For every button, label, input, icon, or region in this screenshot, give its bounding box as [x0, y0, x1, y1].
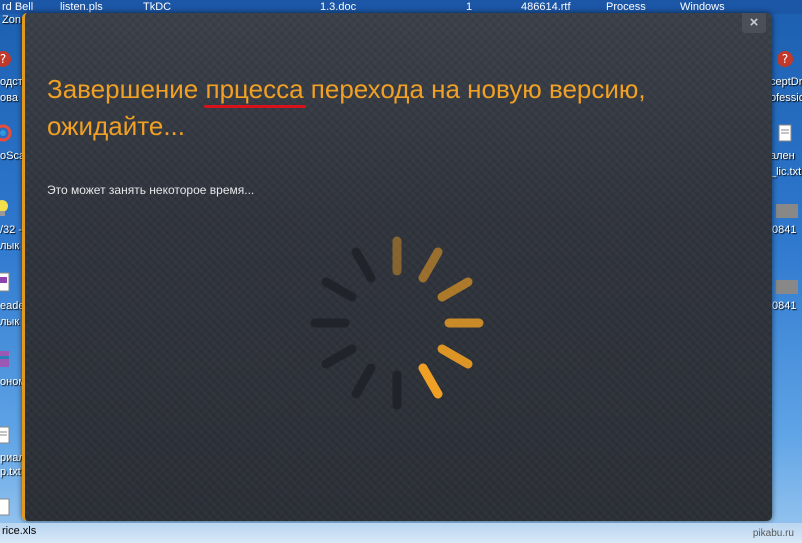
title-text-part: Завершение: [47, 74, 206, 104]
desktop-file-label[interactable]: rd Bell: [2, 0, 33, 14]
spinner-spoke: [351, 363, 376, 399]
desktop-file-label[interactable]: 1: [466, 0, 472, 14]
desktop-icon-label: лык: [0, 316, 20, 328]
loading-spinner-icon: [310, 236, 484, 410]
desktop-icon-label: Zon: [2, 14, 21, 26]
desktop-file-label[interactable]: Process: [606, 0, 646, 14]
desktop-icon-label: одст: [0, 76, 23, 88]
spinner-spoke: [321, 277, 357, 302]
desktop-icon-label: лык: [0, 240, 20, 252]
update-dialog: × Завершение прцесса перехода на новую в…: [22, 13, 772, 521]
spinner-spoke: [437, 277, 473, 302]
help-icon: ?: [777, 51, 793, 67]
desktop-icon-label: р.txt: [0, 466, 21, 478]
lightbulb-icon: [0, 200, 8, 216]
desktop-icon-label: eade: [0, 300, 25, 312]
spinner-spoke: [418, 363, 443, 399]
spinner-spoke: [351, 247, 376, 283]
desktop-file-label[interactable]: TkDC: [143, 0, 171, 14]
desktop-icon-label: _lic.txt: [770, 166, 802, 178]
dialog-subtitle: Это может занять некоторое время...: [47, 183, 255, 197]
svg-text:?: ?: [0, 52, 6, 66]
desktop-file-label[interactable]: 1.3.doc: [320, 0, 356, 14]
image-thumbnail-icon: [776, 204, 798, 218]
desktop-icon-label: 0841: [772, 300, 797, 312]
spreadsheet-icon: [0, 498, 10, 516]
desktop-icon-label: ален: [770, 150, 795, 162]
desktop-icon-label: 0841: [772, 224, 797, 236]
desktop-file-list-strip: rd Bell listen.pls TkDC 1.3.doc 1 486614…: [0, 0, 802, 14]
desktop-file-label[interactable]: listen.pls: [60, 0, 103, 14]
desktop-file-label[interactable]: 486614.rtf: [521, 0, 571, 14]
help-icon: ?: [0, 51, 11, 67]
spinner-spoke: [321, 344, 357, 369]
spinner-spoke: [437, 344, 473, 369]
spinner-spoke: [418, 247, 443, 283]
document-icon: [0, 272, 10, 292]
title-misspelled-word: прцесса: [203, 71, 306, 108]
text-file-icon: [0, 426, 10, 444]
desktop-file-label[interactable]: rice.xls: [2, 525, 36, 537]
dialog-title: Завершение прцесса перехода на новую вер…: [47, 71, 727, 145]
image-thumbnail-icon: [776, 280, 798, 294]
desktop-icon-label: ceptDr: [770, 76, 802, 88]
taskbar-edge: rice.xls: [0, 523, 802, 543]
desktop-file-label[interactable]: Windows: [680, 0, 725, 14]
desktop-icon-label: /32 -: [0, 224, 23, 236]
desktop-icon-label: ofessio: [770, 92, 802, 104]
desktop-icon-label: ова: [0, 92, 18, 104]
watermark: pikabu.ru: [752, 528, 794, 539]
app-ring-icon: [0, 124, 12, 142]
svg-text:?: ?: [782, 52, 788, 66]
text-file-icon: [778, 124, 792, 142]
archive-icon: [0, 351, 9, 367]
close-button[interactable]: ×: [742, 13, 766, 33]
